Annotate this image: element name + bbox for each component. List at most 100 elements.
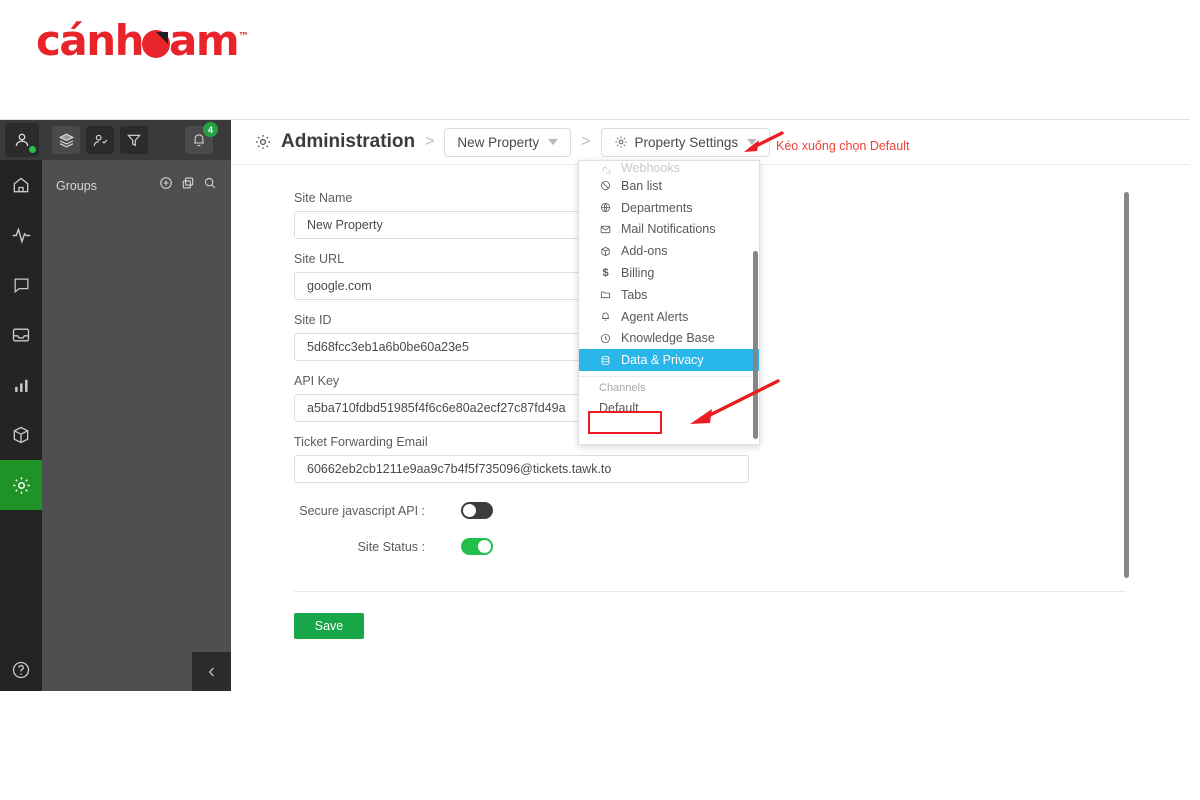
property-settings-selector[interactable]: Property Settings	[600, 127, 771, 157]
menu-scrollbar[interactable]	[753, 251, 758, 439]
box-icon	[13, 426, 29, 444]
menu-item-label: Ban list	[621, 178, 662, 193]
activity-icon	[12, 226, 30, 244]
menu-item-label: Add-ons	[621, 244, 668, 259]
row-secure-js-api: Secure javascript API :	[294, 502, 1190, 519]
secure-javascript-api-toggle[interactable]	[461, 502, 493, 519]
chat-icon	[14, 278, 28, 293]
property-selector-label: New Property	[457, 134, 540, 150]
sidebar-item-home[interactable]	[0, 160, 42, 210]
sidebar-item-monitoring[interactable]	[0, 210, 42, 260]
property-settings-menu: Webhooks Ban list Departments Mail Notif…	[578, 160, 760, 445]
avatar[interactable]	[5, 123, 39, 157]
inbox-icon	[12, 328, 30, 342]
add-user-icon	[93, 134, 107, 146]
groups-title: Groups	[56, 178, 97, 193]
bar-chart-icon	[14, 379, 28, 392]
save-button[interactable]: Save	[294, 613, 364, 639]
ticket-forwarding-email-input[interactable]: 60662eb2cb1211e9aa9c7b4f5f735096@tickets…	[294, 455, 749, 483]
menu-item-departments[interactable]: Departments	[579, 197, 759, 219]
screenshot-root: cánh am™ 4 Groups Administration > New P…	[0, 0, 1200, 800]
menu-item-label: Data & Privacy	[621, 353, 704, 368]
site-status-toggle[interactable]	[461, 538, 493, 555]
menu-divider	[579, 376, 759, 378]
menu-item-agent-alerts[interactable]: Agent Alerts	[579, 306, 759, 328]
brand-text-after: am	[169, 16, 240, 65]
toggle-label: Site Status :	[357, 539, 425, 554]
menu-list: Webhooks Ban list Departments Mail Notif…	[579, 161, 759, 444]
groups-header: Groups	[42, 160, 231, 195]
globe-icon	[599, 202, 612, 213]
sidebar-item-reporting[interactable]	[0, 360, 42, 410]
content-scrollbar[interactable]	[1124, 192, 1129, 578]
menu-item-add-ons[interactable]: Add-ons	[579, 240, 759, 262]
webhook-icon	[599, 164, 612, 175]
sidebar-item-inbox[interactable]	[0, 310, 42, 360]
menu-item-label: Agent Alerts	[621, 309, 689, 324]
property-selector[interactable]: New Property	[444, 127, 572, 157]
rail-header	[0, 120, 42, 160]
breadcrumb: Administration > New Property > Property…	[231, 120, 1190, 165]
duplicate-button[interactable]	[181, 176, 195, 195]
groups-toolbar: 4	[42, 120, 231, 160]
gear-icon	[615, 136, 627, 148]
dollar-icon: $	[602, 267, 609, 280]
menu-item-billing[interactable]: $ Billing	[579, 262, 759, 284]
sidebar-item-chats[interactable]	[0, 260, 42, 310]
copy-icon	[182, 177, 194, 189]
brand-pie-icon	[142, 30, 171, 58]
bell-icon	[599, 311, 612, 322]
menu-item-knowledge-base[interactable]: Knowledge Base	[579, 328, 759, 350]
menu-item-label: Mail Notifications	[621, 222, 716, 237]
chevron-down-icon	[548, 139, 559, 145]
menu-item-label: Tabs	[621, 287, 648, 302]
ban-icon	[599, 180, 612, 191]
mail-icon	[599, 224, 612, 235]
nav-rail	[0, 120, 42, 691]
package-icon	[599, 246, 612, 257]
add-user-button[interactable]	[86, 126, 114, 154]
search-button[interactable]	[203, 176, 217, 195]
brand-logo: cánh am™	[36, 20, 249, 62]
help-button[interactable]	[0, 648, 42, 691]
toggle-knob	[463, 504, 476, 517]
collapse-panel-button[interactable]	[192, 652, 231, 691]
layers-button[interactable]	[52, 126, 80, 154]
filter-button[interactable]	[120, 126, 148, 154]
brand-trademark: ™	[238, 30, 250, 43]
add-group-button[interactable]	[159, 176, 173, 195]
layers-icon	[58, 132, 74, 148]
menu-item-tabs[interactable]: Tabs	[579, 284, 759, 306]
folder-icon	[599, 289, 612, 300]
menu-item-webhooks[interactable]: Webhooks	[579, 161, 759, 175]
toggle-knob	[478, 540, 491, 553]
menu-item-label: Knowledge Base	[621, 331, 715, 346]
toggle-label: Secure javascript API :	[299, 503, 425, 518]
annotation-note: Kéo xuống chọn Default	[776, 139, 910, 153]
breadcrumb-separator-2: >	[581, 133, 591, 150]
menu-section-channels: Channels	[599, 382, 646, 395]
filter-icon	[127, 134, 141, 147]
online-status-dot	[28, 145, 37, 154]
groups-actions	[159, 176, 217, 195]
home-icon	[13, 177, 29, 193]
row-site-status: Site Status :	[294, 538, 1190, 555]
gear-icon	[255, 134, 271, 150]
gear-icon	[12, 476, 30, 494]
menu-item-mail-notifications[interactable]: Mail Notifications	[579, 219, 759, 241]
notifications-button[interactable]: 4	[185, 122, 218, 154]
menu-item-ban-list[interactable]: Ban list	[579, 175, 759, 197]
menu-item-data-privacy[interactable]: Data & Privacy	[579, 349, 759, 372]
sidebar-item-shortcuts[interactable]	[0, 410, 42, 460]
plus-circle-icon	[160, 177, 172, 189]
database-icon	[599, 355, 612, 366]
page-title-label: Administration	[281, 131, 416, 152]
groups-panel: 4 Groups	[42, 120, 231, 691]
menu-item-label: Webhooks	[621, 161, 680, 175]
sidebar-item-administration[interactable]	[0, 460, 42, 510]
menu-item-label: Billing	[621, 266, 655, 281]
menu-item-label: Departments	[621, 200, 693, 215]
default-highlight-box	[588, 411, 662, 434]
form-divider	[294, 591, 1126, 592]
notification-badge: 4	[203, 122, 218, 137]
